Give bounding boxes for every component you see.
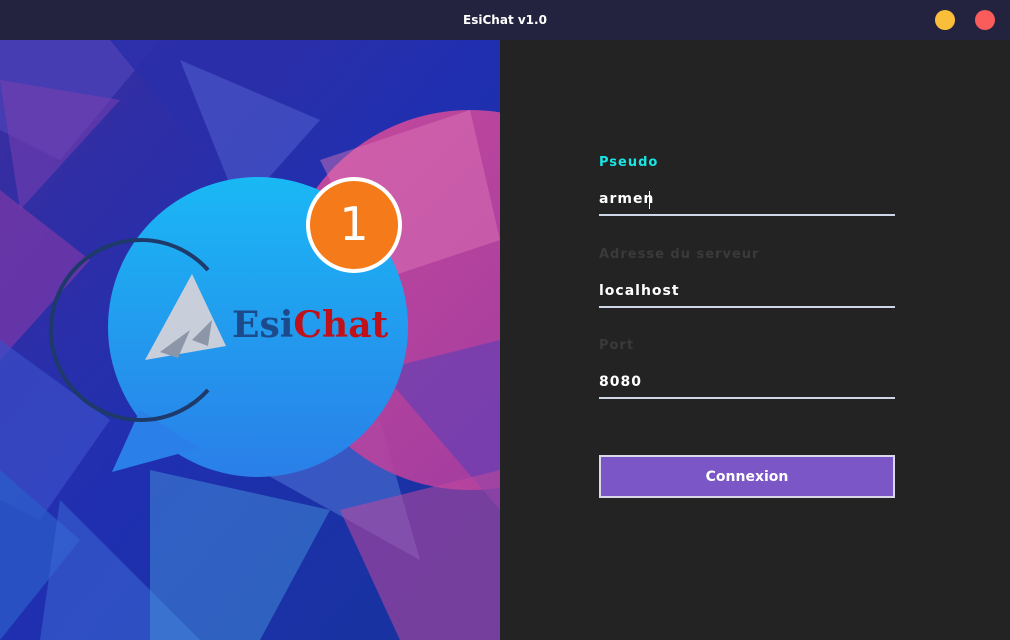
pseudo-label: Pseudo	[599, 155, 659, 170]
server-label: Adresse du serveur	[599, 247, 760, 262]
notification-count: 1	[339, 197, 369, 251]
server-address-input[interactable]	[599, 276, 895, 308]
connect-button[interactable]: Connexion	[599, 455, 895, 498]
port-label: Port	[599, 338, 635, 353]
brand-prefix: Esi	[232, 304, 294, 346]
pseudo-input[interactable]	[599, 184, 895, 216]
title-bar: EsiChat v1.0	[0, 0, 1010, 40]
brand-suffix: Chat	[293, 304, 389, 346]
brand-name: EsiChat	[232, 305, 388, 345]
text-caret	[649, 191, 650, 209]
splash-panel: EsiChat 1	[0, 40, 500, 640]
login-form: Pseudo Adresse du serveur Port Connexion	[500, 40, 1010, 640]
minimize-button[interactable]	[935, 10, 955, 30]
close-button[interactable]	[975, 10, 995, 30]
notification-badge: 1	[306, 177, 402, 273]
window-title: EsiChat v1.0	[463, 13, 547, 27]
port-input[interactable]	[599, 367, 895, 399]
